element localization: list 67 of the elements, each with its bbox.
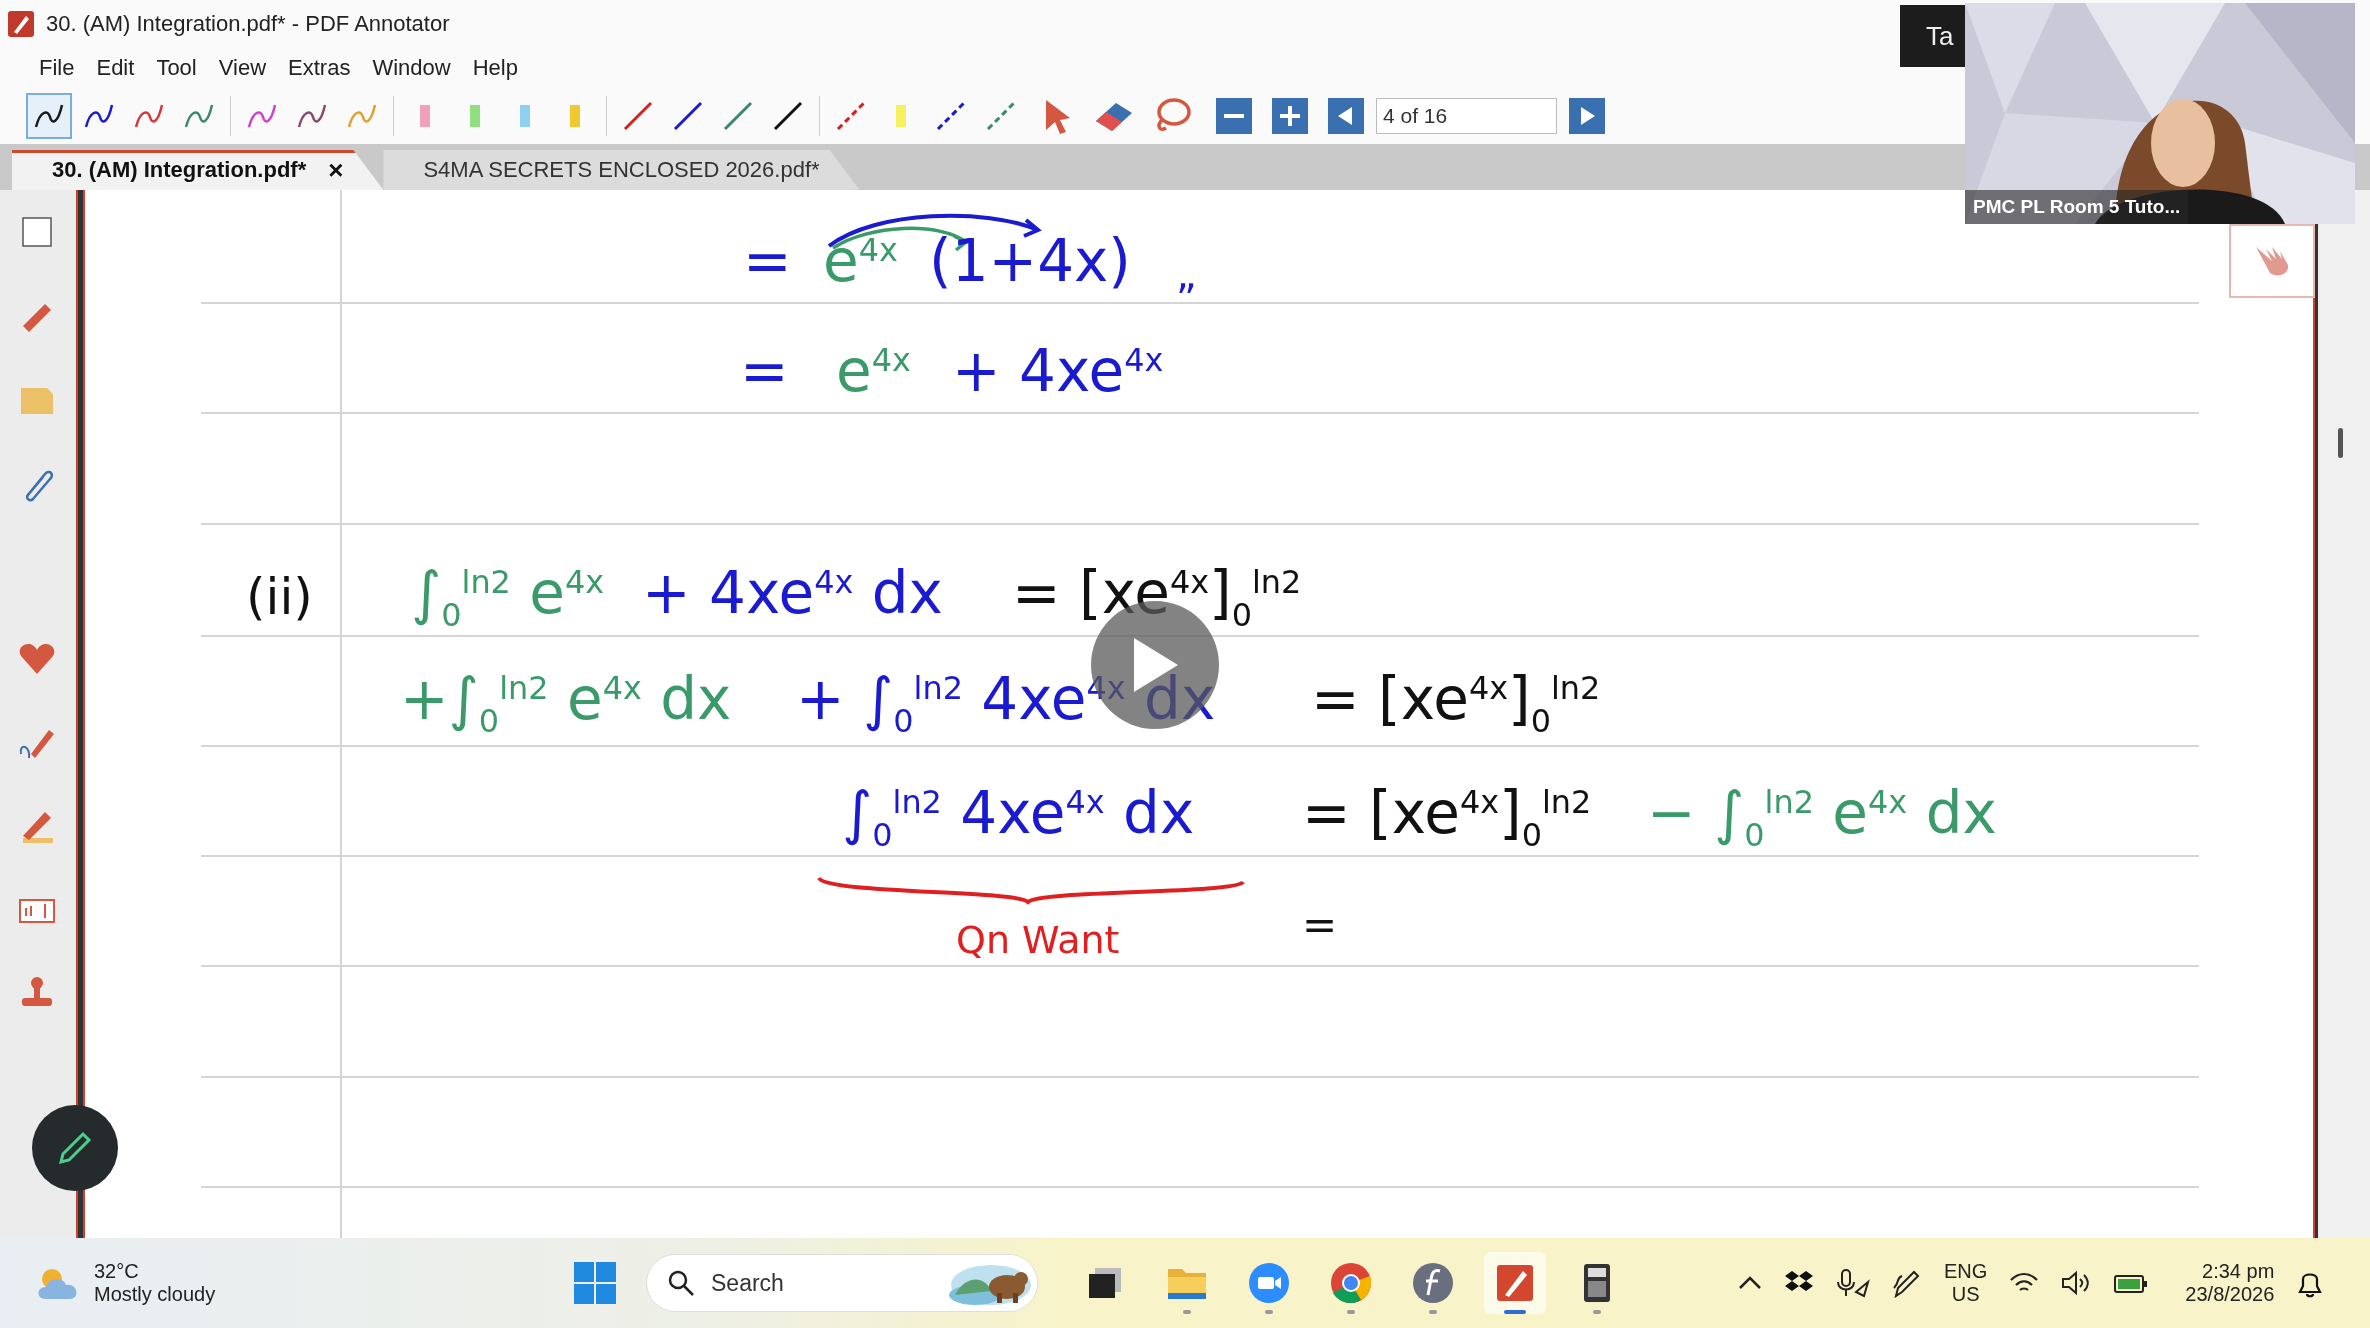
menu-item[interactable]: View	[209, 53, 276, 83]
handwritten-math: Qn Want	[956, 920, 1120, 962]
marker-icon	[519, 104, 531, 128]
handwritten-math: ∫$_{0}$$^{ln2}$ 4xe$^{4x}$ dx	[842, 782, 1195, 853]
pen-tool[interactable]	[26, 93, 72, 139]
script-f-icon	[1412, 1262, 1454, 1304]
scrollbar-thumb[interactable]	[2338, 428, 2343, 458]
page-field[interactable]: 4 of 16	[1376, 98, 1557, 134]
next-page-button[interactable]	[1569, 98, 1605, 134]
previous-page-button[interactable]	[1328, 98, 1364, 134]
clock-time[interactable]: 2:34 pm	[2202, 1260, 2275, 1283]
menu-item[interactable]: Tool	[147, 53, 206, 83]
search-bar[interactable]: Search	[646, 1254, 1038, 1312]
battery-icon[interactable]	[2113, 1272, 2150, 1294]
close-button[interactable]: ×	[328, 154, 344, 186]
handwritten-math: +∫$_{0}$$^{ln2}$ e$^{4x}$ dx	[400, 668, 732, 739]
minus-icon	[1224, 114, 1244, 118]
pen-icon[interactable]	[1892, 1268, 1922, 1298]
document-tab[interactable]: 30. (AM) Integration.pdf* ×	[12, 150, 384, 190]
menu-item[interactable]: Edit	[87, 53, 144, 83]
left-triangle-icon	[1338, 107, 1354, 125]
handwritten-math: + 4xe$^{4x}$ dx	[642, 562, 943, 626]
hand-tool[interactable]	[2229, 224, 2315, 298]
speaker-icon[interactable]	[2061, 1270, 2092, 1296]
handwritten-math: (ii)	[246, 570, 313, 625]
camera-icon	[1248, 1262, 1290, 1304]
window-title: 30. (AM) Integration.pdf* - PDF Annotator	[46, 11, 450, 37]
menu-item[interactable]: Extras	[279, 53, 360, 83]
marker-icon	[469, 104, 481, 128]
microphone-icon[interactable]	[1836, 1268, 1870, 1298]
weather-condition: Mostly cloudy	[94, 1283, 216, 1306]
menu-item[interactable]: File	[30, 53, 84, 83]
search-field[interactable]: Search	[709, 1268, 883, 1298]
handwritten-math: ∫$_{0}$$^{ln2}$ e$^{4x}$	[411, 562, 605, 633]
chevron-up-icon[interactable]	[1738, 1276, 1762, 1290]
handwritten-math: + 4xe$^{4x}$	[952, 340, 1164, 404]
window-icon	[1087, 1266, 1123, 1300]
marker-icon	[419, 104, 431, 128]
region-label[interactable]: US	[1951, 1283, 1980, 1306]
plus-icon	[1280, 106, 1300, 126]
marker-icon	[569, 104, 581, 128]
participant-name: PMC PL Room 5 Tuto...	[1965, 190, 2189, 224]
handwritten-math: =	[1302, 902, 1338, 949]
app-icon	[8, 11, 34, 37]
handwritten-math: e$^{4x}$	[836, 340, 911, 404]
handwritten-math: =	[740, 340, 789, 404]
right-triangle-icon	[1579, 107, 1595, 125]
search-icon	[667, 1269, 695, 1297]
marker-icon	[895, 104, 907, 128]
temperature: 32°C	[94, 1260, 140, 1283]
menu-item[interactable]: Window	[363, 53, 460, 83]
menu-item[interactable]: Help	[463, 53, 527, 83]
clock-date[interactable]: 23/8/2026	[2185, 1283, 2275, 1306]
calculator-icon	[1583, 1263, 1611, 1303]
handwritten-math: − ∫$_{0}$$^{ln2}$ e$^{4x}$ dx	[1647, 782, 1997, 853]
pen-document-icon	[1495, 1263, 1535, 1303]
handwritten-math: „	[1176, 252, 1197, 296]
browser-icon	[1330, 1262, 1372, 1304]
zoom-in-button[interactable]	[1272, 98, 1308, 134]
handwritten-math: =	[743, 230, 792, 294]
document-tab[interactable]: S4MA SECRETS ENCLOSED 2026.pdf*	[383, 150, 860, 190]
zoom-out-button[interactable]	[1216, 98, 1252, 134]
language-label[interactable]: ENG	[1944, 1260, 1988, 1283]
start-icon[interactable]	[574, 1262, 616, 1304]
video-tile[interactable]: PMC PL Room 5 Tuto...	[1965, 3, 2355, 224]
handwritten-math: (1+4x)	[929, 230, 1131, 294]
handwritten-math: e$^{4x}$	[823, 230, 898, 294]
